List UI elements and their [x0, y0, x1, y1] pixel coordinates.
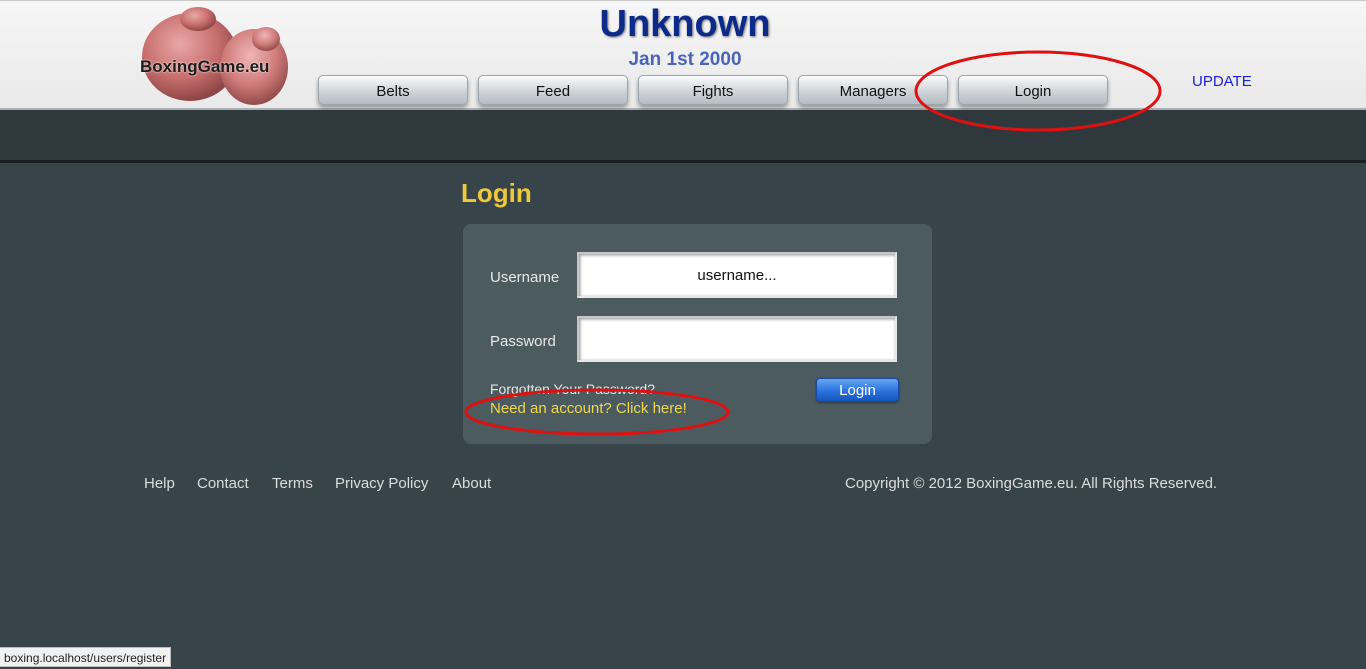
update-link[interactable]: UPDATE [1192, 73, 1252, 90]
game-date: Jan 1st 2000 [628, 49, 742, 70]
nav-managers-button[interactable]: Managers [798, 75, 948, 105]
password-label: Password [490, 333, 556, 350]
logo-text: BoxingGame.eu [140, 57, 270, 76]
site-header: BoxingGame.eu Unknown Jan 1st 2000 Belts… [0, 0, 1366, 110]
site-logo[interactable]: BoxingGame.eu [138, 5, 293, 109]
nav-belts-button[interactable]: Belts [318, 75, 468, 105]
footer-privacy-link[interactable]: Privacy Policy [335, 475, 428, 492]
site-title: Unknown [599, 3, 771, 45]
password-input[interactable] [577, 316, 897, 362]
sub-header-bar [0, 110, 1366, 163]
page-title: Login [461, 178, 532, 208]
forgot-password-link[interactable]: Forgotten Your Password? [490, 381, 655, 397]
login-form: Username Password Forgotten Your Passwor… [463, 224, 932, 444]
footer-help-link[interactable]: Help [144, 475, 175, 492]
login-submit-button[interactable]: Login [816, 378, 899, 402]
nav-feed-button[interactable]: Feed [478, 75, 628, 105]
register-link[interactable]: Need an account? Click here! [490, 400, 687, 417]
nav-login-button[interactable]: Login [958, 75, 1108, 105]
footer-terms-link[interactable]: Terms [272, 475, 313, 492]
username-input[interactable] [577, 252, 897, 298]
browser-status-bar: boxing.localhost/users/register [0, 647, 172, 667]
footer-about-link[interactable]: About [452, 475, 491, 492]
footer-contact-link[interactable]: Contact [197, 475, 249, 492]
copyright-text: Copyright © 2012 BoxingGame.eu. All Righ… [845, 475, 1218, 492]
username-label: Username [490, 269, 560, 286]
nav-fights-button[interactable]: Fights [638, 75, 788, 105]
